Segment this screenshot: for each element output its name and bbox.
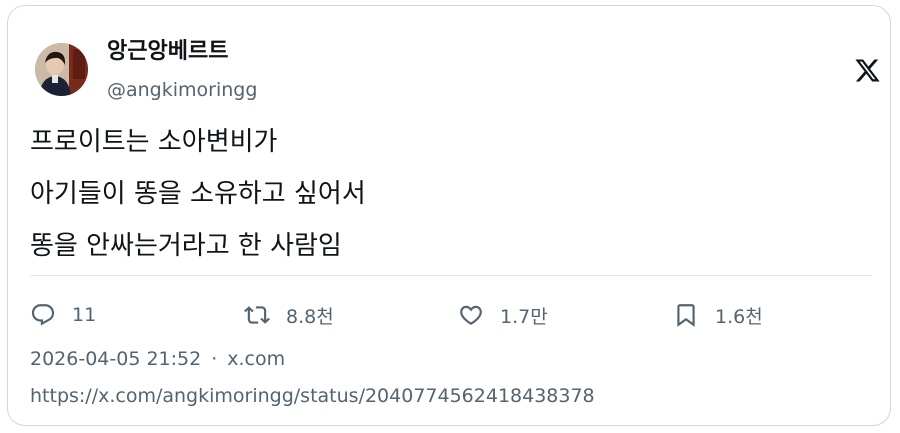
timestamp[interactable]: 2026-04-05 21:52 [30, 348, 201, 370]
author-display-name[interactable]: 앙근앙베르트 [107, 37, 228, 67]
bookmark-button[interactable]: 1.6천 [673, 298, 763, 332]
meta-separator: · [211, 348, 218, 370]
heart-icon [460, 305, 482, 325]
reply-button[interactable]: 11 [30, 298, 96, 332]
avatar[interactable] [35, 43, 88, 96]
status-url-link[interactable]: https://x.com/angkimoringg/status/204077… [30, 382, 595, 410]
reply-count: 11 [72, 304, 97, 326]
tweet-line: 똥을 안싸는거라고 한 사람임 [30, 231, 342, 261]
bookmark-icon [677, 304, 695, 327]
retweet-count: 8.8천 [286, 305, 334, 328]
like-count: 1.7만 [500, 305, 548, 328]
tweet-line: 아기들이 똥을 소유하고 싶어서 [30, 179, 366, 209]
retweet-button[interactable]: 8.8천 [244, 298, 334, 332]
tweet-meta: 2026-04-05 21:52 · x.com [30, 345, 285, 373]
tweet-text: 프로이트는 소아변비가 아기들이 똥을 소유하고 싶어서 똥을 안싸는거라고 한… [30, 116, 366, 272]
divider [30, 275, 872, 276]
avatar-image [35, 43, 88, 96]
x-logo-icon[interactable] [854, 57, 881, 84]
tweet-line: 프로이트는 소아변비가 [30, 127, 278, 157]
author-handle[interactable]: @angkimoringg [107, 77, 257, 103]
retweet-icon [244, 306, 270, 324]
like-button[interactable]: 1.7만 [458, 298, 548, 332]
bookmark-count: 1.6천 [715, 305, 763, 328]
source-link[interactable]: x.com [227, 348, 285, 370]
reply-icon [31, 304, 55, 326]
